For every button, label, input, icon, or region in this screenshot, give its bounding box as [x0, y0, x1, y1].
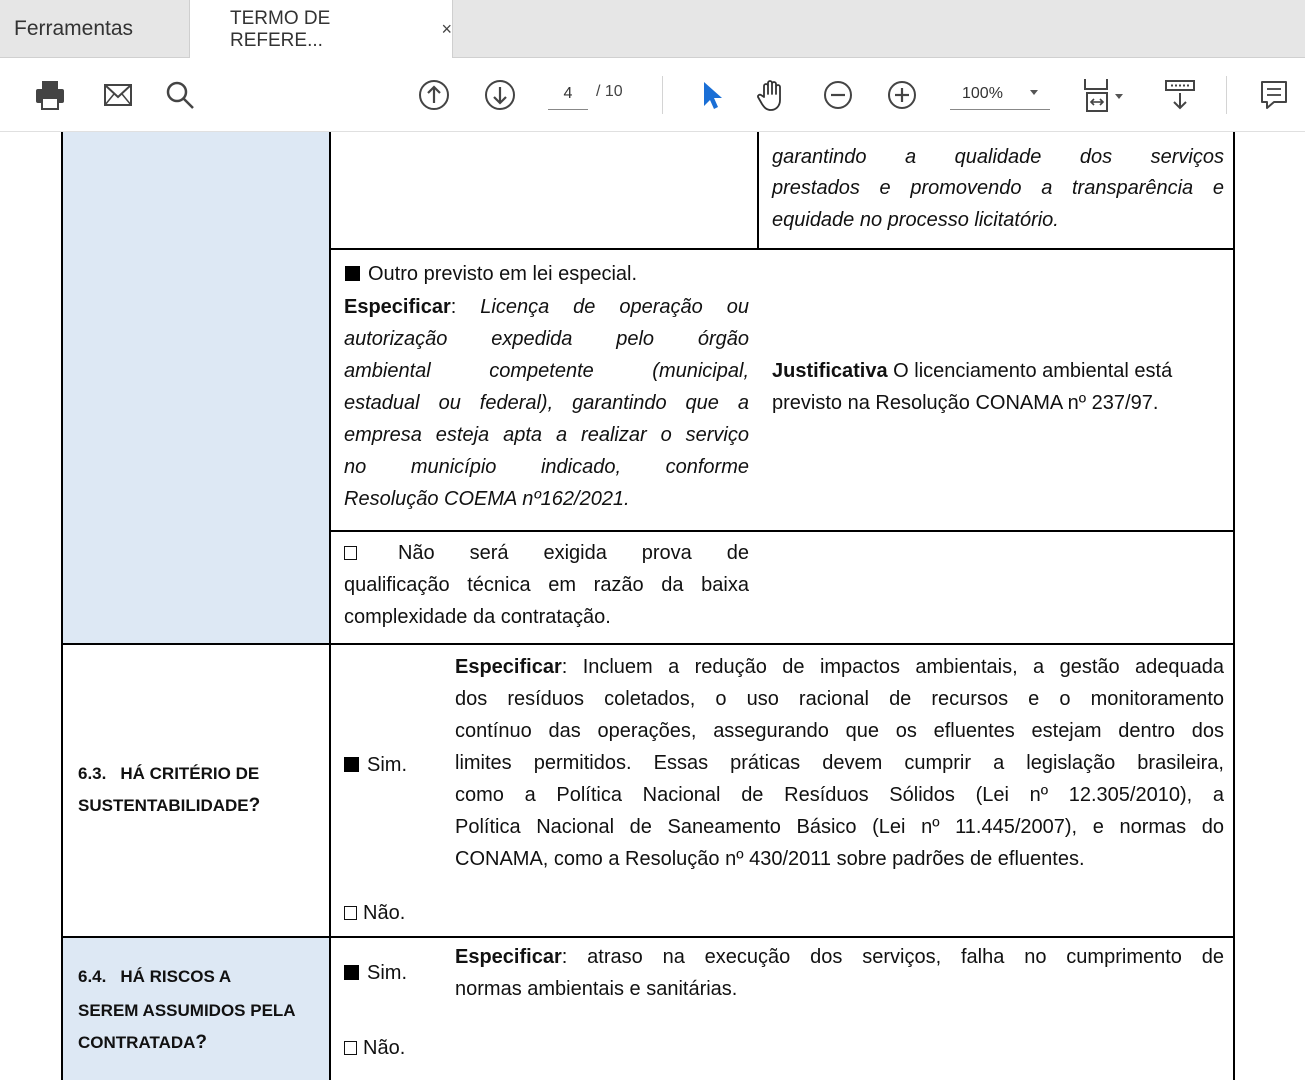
tab-tools[interactable]: Ferramentas — [0, 0, 190, 58]
checkbox-unchecked[interactable] — [344, 906, 357, 920]
justificativa-line: previsto na Resolução CONAMA nº 237/97. — [772, 392, 1159, 414]
question-cell-shaded — [62, 132, 330, 645]
comment-icon[interactable] — [1254, 74, 1294, 116]
chevron-down-icon — [1030, 90, 1038, 95]
option-nao-exigida-label: Não será exigida prova de — [397, 542, 749, 564]
q64-spec-line: Especificar: atraso na execução dos serv… — [455, 942, 1224, 974]
q63-spec-line: Política Nacional de Saneamento Básico (… — [455, 816, 1224, 838]
option-nao[interactable]: Não. — [344, 898, 444, 930]
especificar-line: no município indicado, conforme — [344, 456, 749, 478]
option-nao[interactable]: Não. — [344, 1033, 444, 1065]
justification-continued-line: garantindo a qualidade dos serviços — [772, 146, 1224, 168]
q63-spec-line: contínuo das operações, assegurando que … — [455, 720, 1224, 742]
justificativa-label: Justificativa — [772, 360, 888, 382]
option-sim-label: Sim. — [367, 754, 407, 776]
question-title-line: HÁ CRITÉRIO DE — [120, 764, 260, 783]
q63-spec-line: dos resíduos coletados, o uso racional d… — [455, 688, 1224, 710]
page-down-icon[interactable] — [480, 74, 520, 116]
option-nao-exigida-line: qualificação técnica em razão da baixa — [344, 574, 749, 596]
option-sim-label: Sim. — [367, 962, 407, 984]
question-6-4-title: 6.4. HÁ RISCOS A — [78, 961, 323, 993]
especificar-label: Especificar — [455, 656, 562, 678]
question-title-line: HÁ RISCOS A — [120, 967, 232, 986]
tab-tools-label: Ferramentas — [14, 17, 134, 40]
especificar-label: Especificar — [344, 296, 451, 318]
toolbar: / 10 100% — [0, 58, 1305, 132]
checkbox-unchecked[interactable] — [344, 1041, 357, 1055]
q64-spec-line: normas ambientais e sanitárias. — [455, 978, 738, 1000]
toolbar-divider — [1226, 76, 1227, 114]
zoom-value: 100% — [962, 84, 1003, 102]
q63-spec-line: Especificar: Incluem a redução de impact… — [455, 652, 1224, 684]
question-6-4-title: CONTRATADA? — [78, 1027, 323, 1059]
checkbox-unchecked[interactable] — [344, 546, 357, 560]
option-nao-exigida-line: complexidade da contratação. — [344, 606, 611, 628]
zoom-in-icon[interactable] — [882, 74, 922, 116]
especificar-line: Resolução COEMA nº162/2021. — [344, 488, 630, 510]
q63-spec-line: CONAMA, como a Resolução nº 430/2011 sob… — [455, 848, 1085, 870]
close-icon[interactable]: × — [441, 19, 452, 40]
q64-spec-text: : atraso na execução dos serviços, falha… — [561, 946, 1224, 968]
question-mark: ? — [248, 795, 261, 816]
document-page: garantindo a qualidade dos serviços pres… — [0, 132, 1305, 1080]
option-sim[interactable]: Sim. — [344, 958, 444, 990]
checkbox-checked[interactable] — [344, 965, 359, 980]
justification-continued-line: prestados e promovendo a transparência e — [772, 177, 1224, 199]
especificar-line: Especificar: Licença de operação ou — [344, 296, 749, 318]
option-especial[interactable]: Outro previsto em lei especial. — [345, 259, 750, 291]
table-row-line — [330, 248, 1235, 250]
q63-spec-text: : Incluem a redução de impactos ambienta… — [561, 656, 1224, 678]
table-row-line — [61, 643, 1235, 645]
select-cursor-icon[interactable] — [690, 74, 730, 116]
especificar-line: empresa esteja apta a realizar o serviço — [344, 424, 749, 446]
read-mode-icon[interactable] — [1158, 74, 1202, 116]
table-row-line — [330, 530, 1235, 532]
fit-page-icon[interactable] — [1076, 74, 1130, 116]
especificar-label: Especificar — [455, 946, 562, 968]
table-border-inner — [757, 132, 759, 250]
checkbox-checked[interactable] — [344, 757, 359, 772]
email-icon[interactable] — [98, 74, 138, 116]
question-mark: ? — [195, 1032, 208, 1053]
question-6-3-title: 6.3. HÁ CRITÉRIO DE — [78, 758, 323, 790]
zoom-select[interactable]: 100% — [950, 78, 1050, 110]
table-row-line — [61, 936, 1235, 938]
tab-bar: Ferramentas TERMO DE REFERE... × — [0, 0, 1305, 59]
especificar-line: autorização expedida pelo órgão — [344, 328, 749, 350]
question-title-line: SUSTENTABILIDADE — [78, 796, 249, 815]
question-6-3-title: SUSTENTABILIDADE? — [78, 790, 323, 822]
justification-continued-line: equidade no processo licitatório. — [772, 209, 1059, 231]
page-number-input[interactable] — [548, 78, 588, 110]
question-number: 6.4. — [78, 967, 107, 986]
justificativa-text: O licenciamento ambiental está — [893, 360, 1173, 382]
toolbar-divider — [662, 76, 663, 114]
checkbox-checked[interactable] — [345, 266, 360, 281]
tab-document[interactable]: TERMO DE REFERE... × — [190, 0, 453, 59]
hand-tool-icon[interactable] — [752, 74, 792, 116]
zoom-out-icon[interactable] — [818, 74, 858, 116]
option-sim[interactable]: Sim. — [344, 750, 444, 782]
justificativa-line: Justificativa O licenciamento ambiental … — [772, 356, 1227, 388]
print-icon[interactable] — [30, 74, 70, 116]
tab-document-label: TERMO DE REFERE... — [230, 7, 331, 51]
page-up-icon[interactable] — [414, 74, 454, 116]
question-title-line: CONTRATADA — [78, 1033, 196, 1052]
q63-spec-line: limites permitidos. Essas práticas devem… — [455, 752, 1224, 774]
especificar-line: ambiental competente (municipal, — [344, 360, 749, 382]
question-6-4-title: SEREM ASSUMIDOS PELA — [78, 1001, 296, 1020]
especificar-line: estadual ou federal), garantindo que a — [344, 392, 749, 414]
search-icon[interactable] — [160, 74, 200, 116]
option-nao-label: Não. — [363, 1037, 406, 1059]
option-nao-label: Não. — [363, 902, 406, 924]
page-total: / 10 — [596, 83, 623, 100]
option-especial-label: Outro previsto em lei especial. — [368, 263, 638, 285]
option-nao-exigida[interactable]: Não será exigida prova de — [344, 538, 749, 570]
q63-spec-line: como a Política Nacional de Resíduos Sól… — [455, 784, 1224, 806]
especificar-text: Licença de operação ou — [480, 296, 749, 318]
question-number: 6.3. — [78, 764, 107, 783]
